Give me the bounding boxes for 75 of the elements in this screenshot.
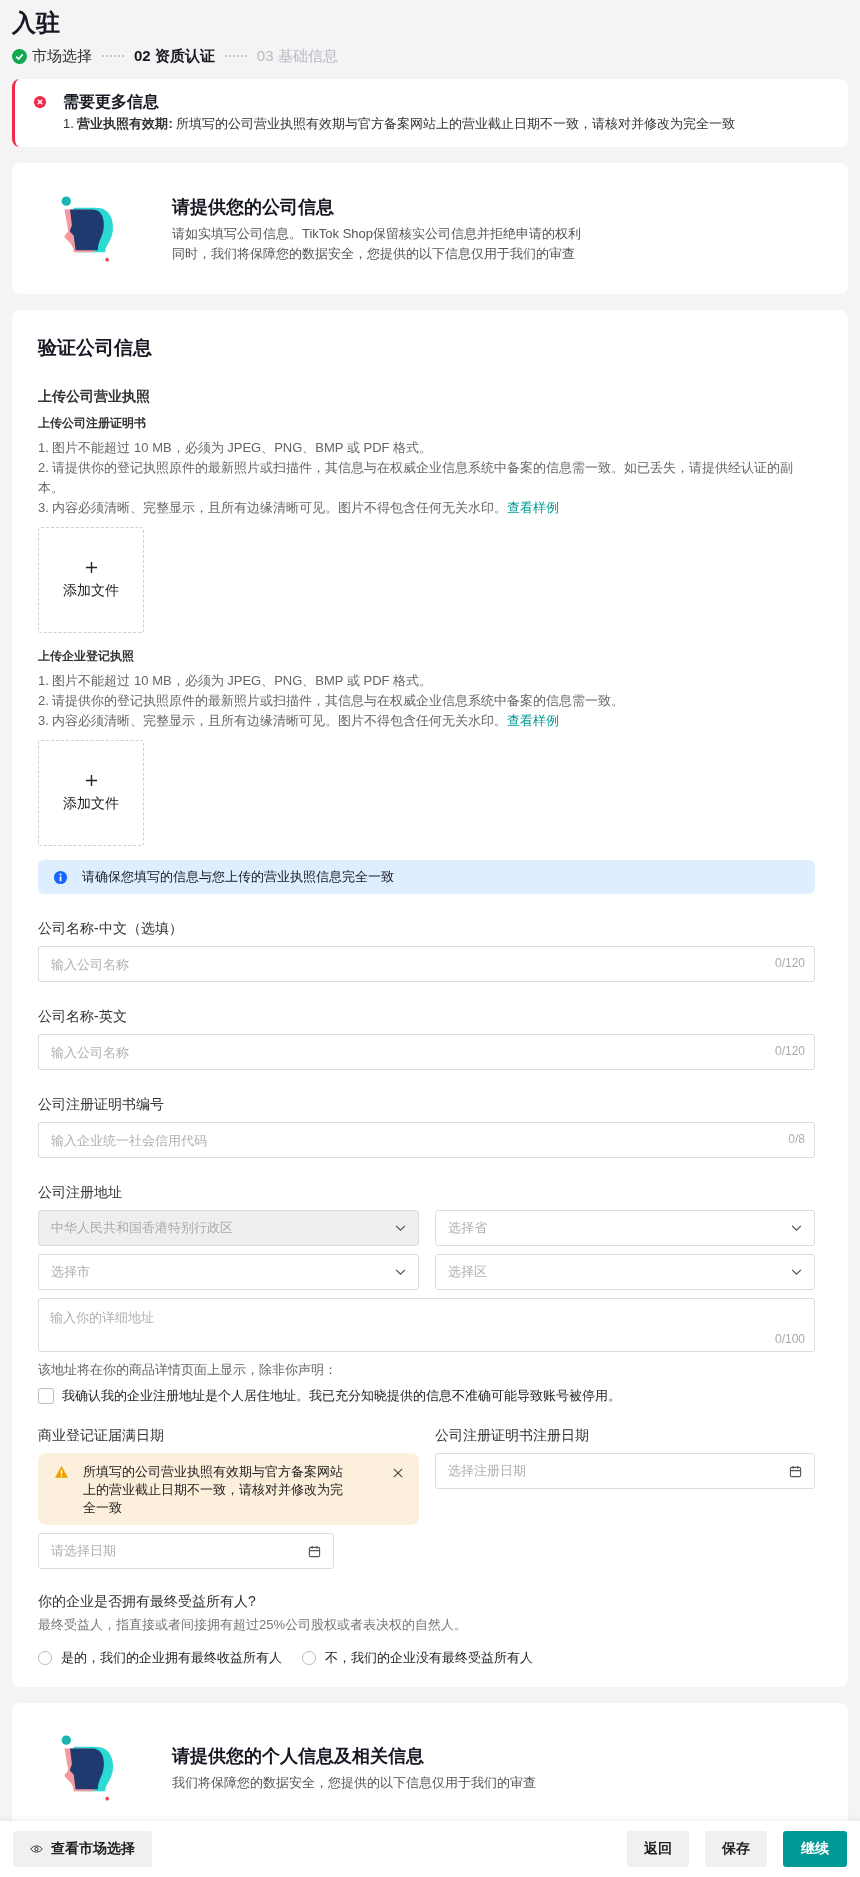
plus-icon: [84, 773, 98, 787]
field-label: 公司注册证明书编号: [38, 1095, 165, 1114]
select-dropdown[interactable]: 选择省: [434, 1210, 815, 1246]
error-icon: [33, 95, 47, 109]
field-label: 商业登记证届满日期: [38, 1426, 165, 1445]
upload-label: 上传企业登记执照: [38, 648, 135, 665]
chevron-down-icon: [791, 1224, 802, 1232]
field-label: 公司名称-中文（选填）: [38, 919, 184, 938]
close-icon[interactable]: [392, 1468, 403, 1478]
radio-label: 是的，我们的企业拥有最终收益所有人: [61, 1649, 282, 1667]
footer-button[interactable]: 继续: [783, 1831, 847, 1867]
chevron-down-icon: [394, 1268, 406, 1276]
question-label: 你的企业是否拥有最终受益所有人?: [38, 1592, 257, 1611]
view-example-link[interactable]: 查看样例: [507, 500, 560, 515]
step-label: 02 资质认证: [134, 46, 215, 66]
rule-text: 2. 请提供你的登记执照原件的最新照片或扫描件，其信息与在权威企业信息系统中备案的信息需一致。: [38, 692, 626, 710]
checkbox-label: 我确认我的企业注册地址是个人居住地址。我已充分知晓提供的信息不准确可能导致账号被停用。: [62, 1387, 621, 1405]
step-label: 市场选择: [32, 46, 92, 66]
calendar-icon: [789, 1464, 802, 1478]
question-hint: 最终受益人，指直接或者间接拥有超过25%公司股权或者表决权的自然人。: [38, 1616, 469, 1634]
plus-icon: [84, 560, 98, 574]
intro-text: 我们将保障您的数据安全，您提供的以下信息仅用于我们的审查: [172, 1774, 536, 1792]
select-value: 中华人民共和国香港特别行政区: [51, 1219, 233, 1237]
add-file-button[interactable]: 添加文件: [38, 527, 144, 633]
date-placeholder: 选择注册日期: [447, 1462, 526, 1480]
radio-button[interactable]: [302, 1651, 316, 1665]
intro-text: 同时，我们将保障您的数据安全，您提供的以下信息仅用于我们的审查: [172, 244, 576, 263]
select-placeholder: 选择省: [447, 1219, 487, 1237]
calendar-icon: [308, 1544, 321, 1558]
date-picker[interactable]: 请选择日期: [38, 1533, 334, 1569]
view-example-link[interactable]: 查看样例: [507, 713, 560, 728]
character-counter: 0/100: [774, 1332, 805, 1346]
warning-text: 所填写的公司营业执照有效期与官方备案网站上的营业截止日期不一致，请核对并修改为完全一致: [83, 1463, 344, 1517]
select-dropdown[interactable]: 选择市: [38, 1254, 419, 1290]
info-icon: [53, 869, 68, 885]
warning-icon: [54, 1465, 69, 1479]
field-label: 公司名称-英文: [38, 1007, 128, 1026]
rule-text: 1. 图片不能超过 10 MB，必须为 JPEG、PNG、BMP 或 PDF 格式。: [38, 439, 434, 457]
rule-text: 1. 图片不能超过 10 MB，必须为 JPEG、PNG、BMP 或 PDF 格式。: [38, 672, 434, 690]
address-note: 该地址将在你的商品详情页面上显示，除非你声明：: [38, 1361, 338, 1379]
intro-text: 请如实填写公司信息。TikTok Shop保留核实公司信息并拒绝申请的权利: [172, 224, 582, 243]
banner-text: 请确保您填写的信息与您上传的营业执照信息完全一致: [82, 868, 394, 886]
checkbox[interactable]: [38, 1388, 54, 1404]
intro-title: 请提供您的公司信息: [172, 195, 335, 219]
footer-button[interactable]: 保存: [705, 1831, 767, 1867]
date-picker[interactable]: 选择注册日期: [434, 1453, 815, 1489]
eye-icon: [30, 1844, 43, 1854]
chevron-down-icon: [394, 1224, 406, 1232]
radio-label: 不，我们的企业没有最终受益所有人: [325, 1649, 533, 1667]
footer-button[interactable]: 返回: [627, 1831, 689, 1867]
radio-button[interactable]: [38, 1651, 52, 1665]
date-placeholder: 请选择日期: [51, 1542, 116, 1560]
character-counter: 0/120: [774, 1044, 805, 1058]
select-dropdown[interactable]: 选择区: [434, 1254, 815, 1290]
add-file-button[interactable]: 添加文件: [38, 740, 144, 846]
view-market-button[interactable]: 查看市场选择: [13, 1831, 152, 1867]
field-label: 公司注册地址: [38, 1183, 123, 1202]
select-placeholder: 选择市: [51, 1263, 90, 1281]
chevron-down-icon: [791, 1268, 802, 1276]
rule-text: 2. 请提供你的登记执照原件的最新照片或扫描件，其信息与在权威企业信息系统中备案的信息需一致。如已丢失，请提供经认证的副本。: [38, 459, 795, 497]
step-label: 03 基础信息: [256, 46, 338, 66]
check-circle-icon: [12, 48, 27, 64]
character-counter: 0/8: [788, 1132, 805, 1146]
select-placeholder: 选择区: [447, 1263, 487, 1281]
upload-label: 上传公司注册证明书: [38, 415, 147, 432]
field-label: 公司注册证明书注册日期: [434, 1426, 590, 1445]
page-title: 入驻: [12, 8, 61, 38]
character-counter: 0/120: [774, 956, 805, 970]
rule-text: 3. 内容必须清晰、完整显示，且所有边缘清晰可见。图片不得包含任何无关水印。查看样例: [38, 499, 561, 517]
alert-title: 需要更多信息: [63, 92, 160, 112]
intro-title: 请提供您的个人信息及相关信息: [172, 1745, 425, 1768]
upload-section-title: 上传公司营业执照: [38, 387, 151, 406]
section-title: 验证公司信息: [38, 336, 153, 360]
rule-text: 3. 内容必须清晰、完整显示，且所有边缘清晰可见。图片不得包含任何无关水印。查看样例: [38, 712, 561, 730]
alert-message: 1. 营业执照有效期: 所填写的公司营业执照有效期与官方备案网站上的营业截止日期不一致，请核对并修改为完全一致: [63, 115, 736, 133]
